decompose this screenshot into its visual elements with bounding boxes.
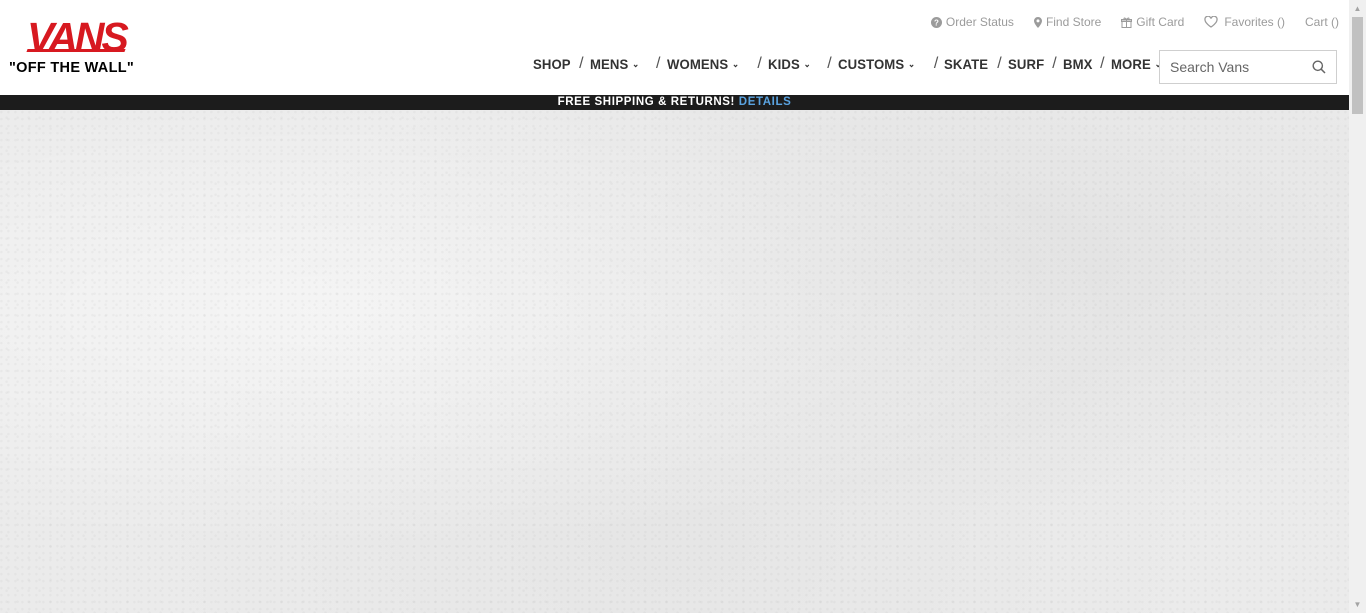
scroll-up-icon[interactable]: ▲ bbox=[1349, 0, 1366, 17]
promo-text: FREE SHIPPING & RETURNS! bbox=[557, 96, 735, 108]
page-scrollbar[interactable]: ▲ ▼ bbox=[1349, 0, 1366, 613]
nav-kids[interactable]: KIDS ⌄ bbox=[768, 56, 811, 72]
order-status-label: Order Status bbox=[945, 15, 1014, 29]
nav-bmx[interactable]: BMX bbox=[1063, 56, 1093, 72]
nav-skate-label: SKATE bbox=[944, 56, 989, 72]
nav-more-label: MORE bbox=[1110, 56, 1151, 72]
gift-card-link[interactable]: Gift Card bbox=[1121, 15, 1184, 29]
nav-mens[interactable]: MENS ⌄ bbox=[590, 56, 639, 72]
nav-divider: / bbox=[656, 55, 661, 72]
search-input[interactable] bbox=[1160, 51, 1320, 83]
nav-womens-label: WOMENS bbox=[666, 56, 728, 72]
map-pin-icon bbox=[1033, 16, 1042, 28]
order-status-link[interactable]: ? Order Status bbox=[930, 15, 1014, 29]
find-store-label: Find Store bbox=[1045, 15, 1102, 29]
nav-divider: / bbox=[997, 55, 1002, 72]
promo-banner: FREE SHIPPING & RETURNS! DETAILS bbox=[0, 95, 1349, 110]
nav-mens-label: MENS bbox=[589, 56, 628, 72]
logo-wordmark: VANS bbox=[27, 14, 129, 60]
find-store-link[interactable]: Find Store bbox=[1033, 15, 1102, 29]
nav-divider: / bbox=[1052, 55, 1057, 72]
gift-card-label: Gift Card bbox=[1136, 15, 1185, 29]
page: VANS "OFF THE WALL" ? Order Status Find … bbox=[0, 0, 1349, 613]
help-circle-icon: ? bbox=[930, 16, 942, 28]
nav-divider: / bbox=[579, 55, 584, 72]
site-header: VANS "OFF THE WALL" ? Order Status Find … bbox=[0, 0, 1349, 95]
nav-divider: / bbox=[757, 55, 762, 72]
cart-link[interactable]: Cart () bbox=[1305, 15, 1339, 29]
nav-divider: / bbox=[933, 55, 939, 72]
scroll-thumb[interactable] bbox=[1352, 17, 1363, 114]
vans-logo[interactable]: VANS "OFF THE WALL" bbox=[9, 14, 143, 80]
chevron-down-icon: ⌄ bbox=[803, 58, 811, 69]
promo-details-link[interactable]: DETAILS bbox=[739, 96, 792, 108]
search-box bbox=[1159, 50, 1337, 84]
nav-surf[interactable]: SURF bbox=[1008, 56, 1044, 72]
utility-nav: ? Order Status Find Store Gift Card Favo… bbox=[911, 14, 1339, 30]
chevron-down-icon: ⌄ bbox=[631, 58, 639, 69]
nav-womens[interactable]: WOMENS ⌄ bbox=[667, 56, 739, 72]
logo-tagline: "OFF THE WALL" bbox=[9, 60, 135, 76]
heart-icon bbox=[1204, 16, 1218, 28]
gift-icon bbox=[1121, 17, 1133, 28]
nav-more[interactable]: MORE ⌄ bbox=[1111, 56, 1162, 72]
nav-bmx-label: BMX bbox=[1062, 56, 1093, 72]
nav-customs[interactable]: CUSTOMS ⌄ bbox=[838, 56, 915, 72]
favorites-link[interactable]: Favorites () bbox=[1204, 15, 1285, 29]
nav-kids-label: KIDS bbox=[767, 56, 800, 72]
hero-background bbox=[0, 110, 1349, 613]
chevron-down-icon: ⌄ bbox=[907, 58, 915, 69]
logo-underline bbox=[26, 49, 126, 52]
search-icon[interactable] bbox=[1312, 60, 1326, 74]
nav-divider: / bbox=[827, 55, 832, 72]
cart-label: Cart () bbox=[1305, 15, 1339, 29]
nav-divider: / bbox=[1100, 55, 1105, 72]
nav-shop[interactable]: SHOP bbox=[533, 56, 571, 72]
nav-customs-label: CUSTOMS bbox=[837, 56, 904, 72]
nav-surf-label: SURF bbox=[1007, 56, 1044, 72]
nav-skate[interactable]: SKATE bbox=[944, 56, 988, 72]
nav-shop-label: SHOP bbox=[533, 56, 571, 72]
chevron-down-icon: ⌄ bbox=[731, 58, 739, 69]
favorites-label: Favorites () bbox=[1224, 15, 1285, 29]
scroll-down-icon[interactable]: ▼ bbox=[1349, 596, 1366, 613]
main-nav: SHOP / MENS ⌄ / WOMENS ⌄ / KIDS ⌄ / CUSTOMS… bbox=[533, 53, 1165, 75]
svg-text:?: ? bbox=[934, 18, 939, 27]
